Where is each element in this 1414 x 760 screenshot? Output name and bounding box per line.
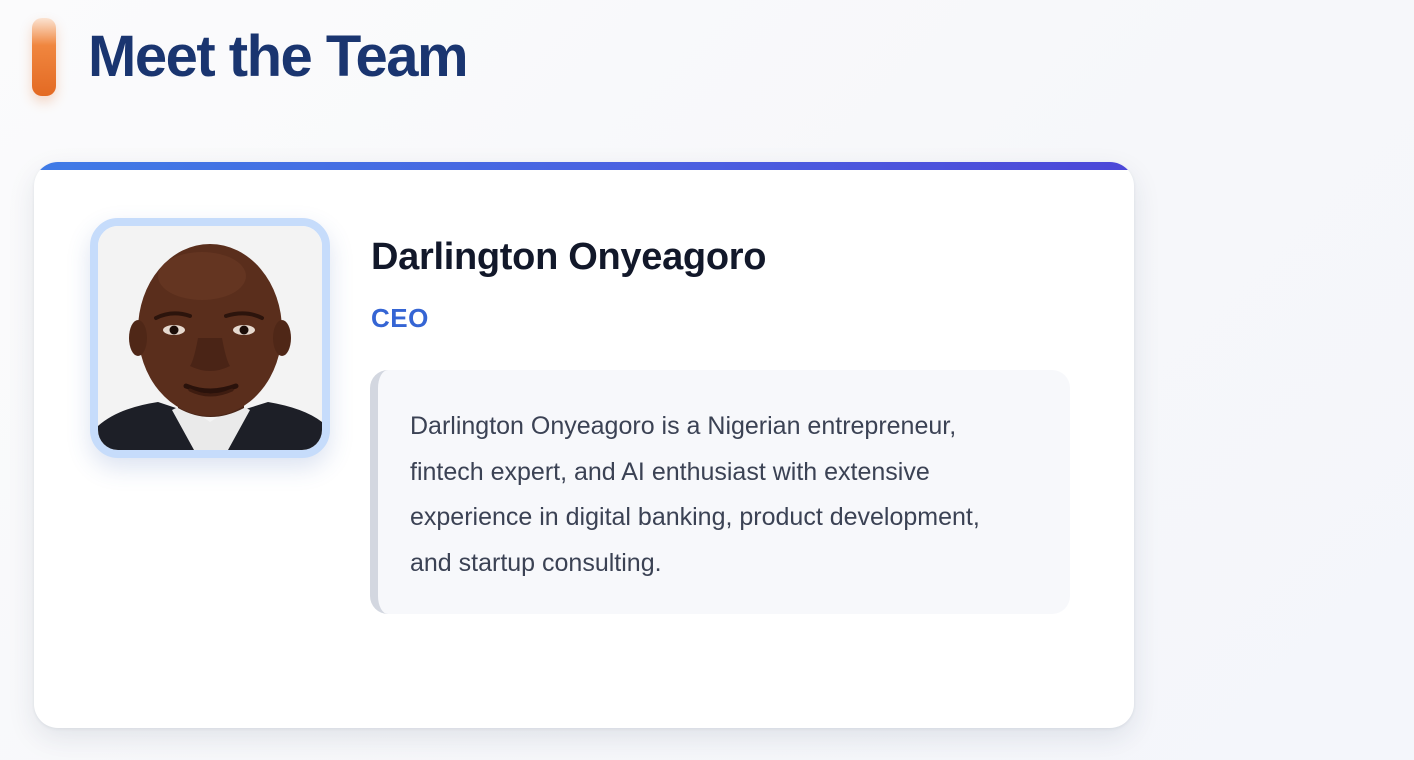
page: Meet the Team Darlington Onyeagoro CEO D… [0, 0, 1414, 760]
heading-accent-bar [32, 18, 56, 96]
member-bio: Darlington Onyeagoro is a Nigerian entre… [410, 412, 980, 577]
team-member-card: Darlington Onyeagoro CEO Darlington Onye… [34, 162, 1134, 728]
section-header: Meet the Team [32, 18, 469, 96]
card-top-accent [34, 162, 1134, 170]
member-role: CEO [371, 303, 429, 333]
member-name: Darlington Onyeagoro [371, 236, 767, 278]
member-portrait-image [98, 226, 322, 450]
page-title: Meet the Team [88, 24, 469, 89]
member-photo [90, 218, 330, 458]
member-bio-box: Darlington Onyeagoro is a Nigerian entre… [370, 370, 1070, 614]
